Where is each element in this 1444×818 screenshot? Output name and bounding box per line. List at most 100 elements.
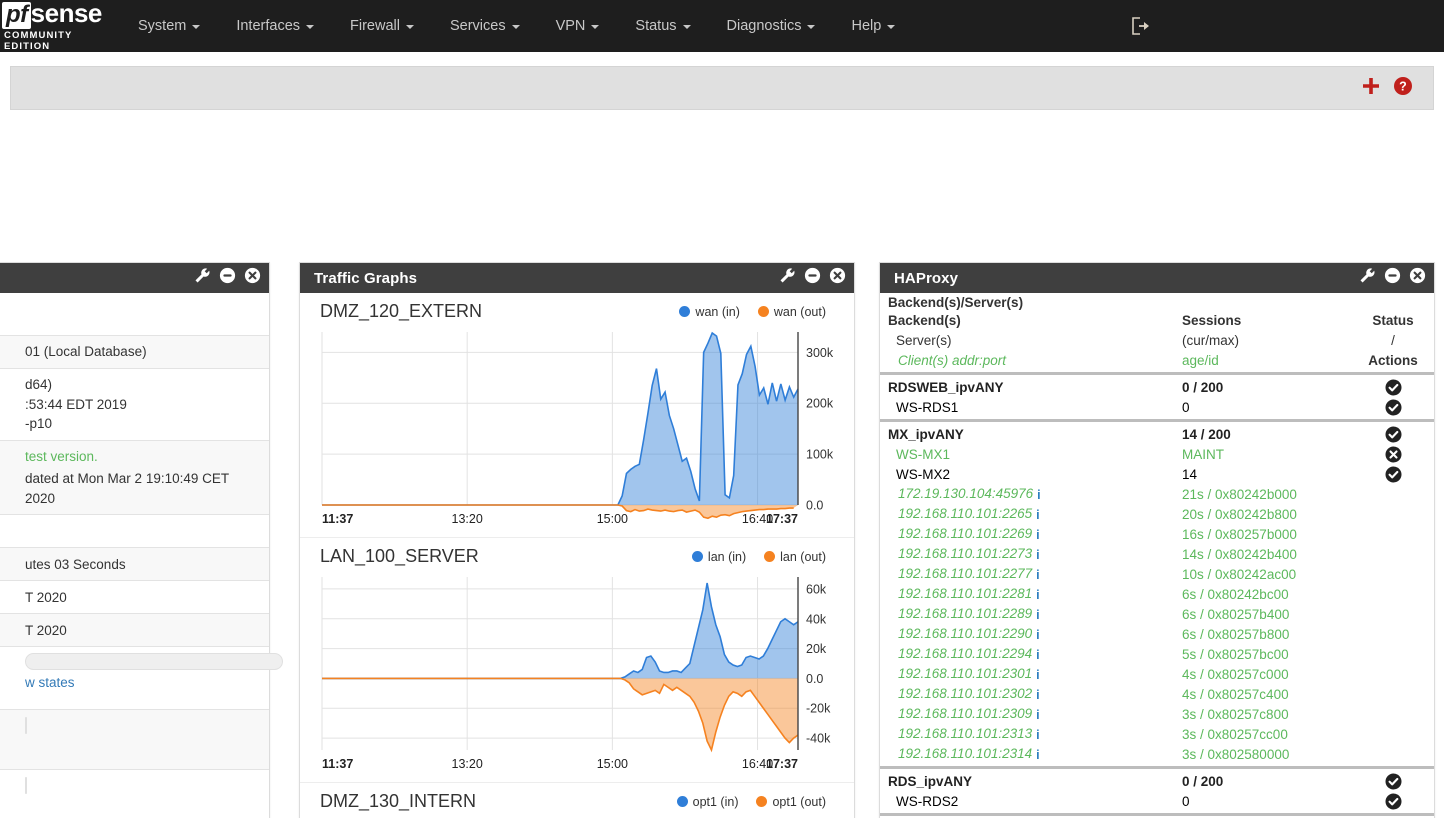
info-icon[interactable]: i [1036,628,1039,642]
table-row: 192.168.110.101:2301 i 4s / 0x80257c000 [880,664,1434,684]
y-axis-tick-label: -40k [806,732,831,746]
table-row: WS-MX1 MAINT [880,444,1434,464]
nav-item-interfaces[interactable]: Interfaces [218,0,332,52]
y-axis-tick-label: 20k [806,642,827,656]
svg-text:?: ? [1399,79,1407,93]
client-age-id: 21s / 0x80242b000 [1182,486,1297,502]
status-ok-icon[interactable] [1385,773,1402,790]
client-age-id: 3s / 0x80257cc00 [1182,726,1288,742]
close-icon[interactable] [829,267,846,289]
table-row: 192.168.110.101:2314 i 3s / 0x802580000 [880,744,1434,764]
graph-plot-area[interactable]: 0.0-100k-200k [300,814,854,818]
info-icon[interactable]: i [1037,488,1040,502]
nav-item-status[interactable]: Status [617,0,708,52]
status-ok-icon[interactable] [1385,399,1402,416]
table-row: 192.168.110.101:2265 i 20s / 0x80242b800 [880,504,1434,524]
haproxy-header-row: Server(s) (cur/max) / [880,330,1434,350]
client-addr-text: 192.168.110.101:2269 [898,526,1033,541]
backend-status-badge [1362,379,1424,396]
legend-dot-out [757,306,769,317]
nav-item-diagnostics[interactable]: Diagnostics [709,0,834,52]
legend-item-out[interactable]: lan (out) [764,550,826,564]
legend-label: opt1 (out) [772,794,826,809]
client-addr-text: 192.168.110.101:2277 [898,566,1033,581]
minimize-icon[interactable] [1384,267,1401,289]
minimize-icon[interactable] [219,267,236,289]
info-icon[interactable]: i [1036,648,1039,662]
info-icon[interactable]: i [1036,668,1039,682]
graph-plot-area[interactable]: 0.0 100k 200k 300k 11:37 13:20 15:00 16:40 17:37 [300,324,854,537]
server-name: WS-MX2 [896,466,950,482]
server-status-badge [1362,466,1424,483]
info-icon[interactable]: i [1036,568,1039,582]
info-icon[interactable]: i [1036,688,1039,702]
info-icon[interactable]: i [1036,528,1039,542]
traffic-chart-0[interactable]: 0.0100k200k300k11:37 13:20 15:00 16:4017:37 [300,324,854,537]
nav-item-system[interactable]: System [120,0,218,52]
minimize-icon[interactable] [804,267,821,289]
chevron-down-icon [306,25,315,29]
group-separator [880,419,1434,422]
info-icon[interactable]: i [1036,708,1039,722]
legend-item-in[interactable]: wan (in) [679,305,740,319]
y-axis-tick-label: 0.0 [806,672,823,686]
haproxy-header-row: Client(s) addr:port age/id Actions [880,350,1434,370]
sysinfo-row [0,710,269,771]
chevron-down-icon [807,25,816,29]
haproxy-body: Backend(s)/Server(s) Backend(s) Sessions… [880,293,1434,818]
client-age-id: 5s / 0x80257bc00 [1182,646,1289,662]
client-addr: 192.168.110.101:2281 i [888,586,1182,602]
status-ok-icon[interactable] [1385,466,1402,483]
state-table-progress [25,653,283,671]
info-icon[interactable]: i [1036,728,1039,742]
info-icon[interactable]: i [1036,548,1039,562]
legend-item-in[interactable]: lan (in) [691,550,746,564]
wrench-icon[interactable] [194,267,211,289]
graph-plot-area[interactable]: 60k 40k 20k 0.0 -20k -40k 11:37 13:20 15:00 16:40… [300,569,854,782]
close-icon[interactable] [244,267,261,289]
legend-item-in[interactable]: opt1 (in) [676,794,739,809]
client-addr-text: 192.168.110.101:2265 [898,506,1033,521]
status-ok-icon[interactable] [1385,793,1402,810]
y-axis-tick-label: 40k [806,612,827,626]
wrench-icon[interactable] [779,267,796,289]
client-addr-text: 192.168.110.101:2289 [898,606,1033,621]
info-icon[interactable]: i [1036,508,1039,522]
status-down-icon[interactable] [1385,446,1402,463]
x-axis-tick-label: 15:00 [597,512,628,526]
nav-item-vpn[interactable]: VPN [538,0,618,52]
server-status-badge [1362,446,1424,463]
pfsense-logo[interactable]: pf sense COMMUNITY EDITION [0,0,120,52]
legend-item-out[interactable]: opt1 (out) [756,795,826,809]
help-icon[interactable]: ? [1393,76,1413,101]
nav-item-services[interactable]: Services [432,0,538,52]
info-icon[interactable]: i [1036,748,1039,762]
action-bar-area: ? [0,52,1444,124]
x-axis-tick-label: 11:37 [322,512,353,526]
logout-icon[interactable] [1128,13,1154,39]
traffic-chart-2[interactable]: 0.0-100k-200k [300,814,854,818]
status-ok-icon[interactable] [1385,379,1402,396]
haproxy-section-title: Backend(s)/Server(s) [888,295,1024,310]
widget-title: Traffic Graphs [314,269,418,287]
info-icon[interactable]: i [1036,608,1039,622]
close-icon[interactable] [1409,267,1426,289]
legend-item-out[interactable]: wan (out) [757,305,826,319]
server-name: WS-RDS1 [896,399,959,415]
widget-system-information: 01 (Local Database) d64) :53:44 EDT 2019… [0,262,283,818]
nav-item-firewall[interactable]: Firewall [332,0,432,52]
info-icon[interactable]: i [1036,588,1039,602]
plus-icon[interactable] [1361,76,1381,101]
table-row: RDS_ipvANY 0 / 200 [880,771,1434,791]
traffic-chart-1[interactable]: 60k40k20k0.0-20k-40k11:37 13:20 15:00 16:40… [300,569,854,782]
nav-item-help[interactable]: Help [833,0,913,52]
legend-label: opt1 (in) [692,794,739,809]
status-ok-icon[interactable] [1385,426,1402,443]
show-states-link[interactable]: w states [25,673,283,693]
wrench-icon[interactable] [1359,267,1376,289]
widget-header [0,263,269,293]
backend-sessions: 0 / 200 [1182,773,1224,789]
graph-title: DMZ_130_INTERN [320,791,477,811]
sysinfo-row: T 2020 [0,614,269,648]
graph-legend: opt1 (in) opt1 (out) [676,794,826,809]
